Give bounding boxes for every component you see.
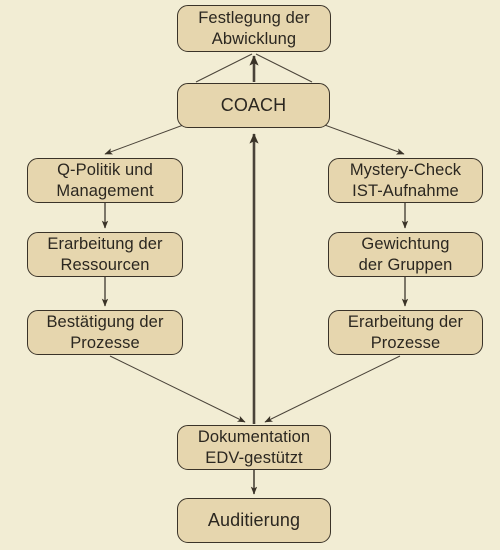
node-gewichtung-der-gruppen[interactable]: Gewichtung der Gruppen bbox=[328, 232, 483, 277]
edge-bestaetigung-to-dokumentation bbox=[109, 355, 246, 423]
node-erarbeitung-der-ressourcen[interactable]: Erarbeitung der Ressourcen bbox=[27, 232, 183, 277]
edge-erarbeitung-prozesse-to-dokumentation bbox=[264, 355, 401, 423]
edge-coach-to-q-politik bbox=[104, 123, 187, 155]
node-q-politik-und-management[interactable]: Q-Politik und Management bbox=[27, 158, 183, 203]
node-auditierung[interactable]: Auditierung bbox=[177, 498, 331, 543]
node-mystery-check-ist-aufnahme[interactable]: Mystery-Check IST-Aufnahme bbox=[328, 158, 483, 203]
node-coach[interactable]: COACH bbox=[177, 83, 330, 128]
node-erarbeitung-der-prozesse[interactable]: Erarbeitung der Prozesse bbox=[328, 310, 483, 355]
node-festlegung-der-abwicklung[interactable]: Festlegung der Abwicklung bbox=[177, 5, 331, 52]
edge-coach-to-mystery-check bbox=[321, 123, 405, 155]
node-dokumentation-edv-gestuetzt[interactable]: Dokumentation EDV-gestützt bbox=[177, 425, 331, 470]
edge-coach-right-to-festlegung bbox=[255, 53, 313, 83]
node-bestaetigung-der-prozesse[interactable]: Bestätigung der Prozesse bbox=[27, 310, 183, 355]
edge-coach-left-to-festlegung bbox=[195, 53, 253, 83]
process-diagram: Festlegung der Abwicklung COACH Q-Politi… bbox=[0, 0, 500, 550]
